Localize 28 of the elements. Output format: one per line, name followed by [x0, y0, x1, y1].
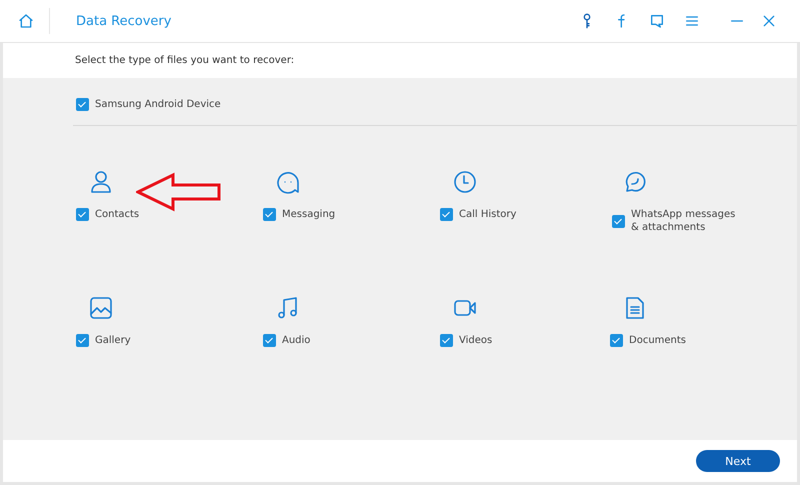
window-title: Data Recovery — [76, 14, 172, 28]
image-icon — [89, 296, 113, 320]
checkbox[interactable] — [76, 334, 89, 347]
document-icon — [623, 296, 647, 320]
checkbox[interactable] — [440, 334, 453, 347]
checkbox[interactable] — [76, 208, 89, 221]
file-type-label: Contacts — [95, 208, 140, 221]
checkbox[interactable] — [610, 334, 623, 347]
instruction-text: Select the type of files you want to recover: — [75, 55, 294, 66]
checkbox[interactable] — [263, 334, 276, 347]
checkbox[interactable] — [612, 214, 625, 228]
checkbox[interactable] — [76, 98, 89, 110]
checkbox[interactable] — [263, 208, 276, 221]
chat-bubble-icon — [276, 170, 300, 194]
file-type-label: Gallery — [95, 334, 131, 347]
file-type-label: Call History — [459, 208, 516, 221]
music-note-icon — [276, 296, 300, 320]
person-icon — [89, 170, 113, 194]
device-label: Samsung Android Device — [95, 98, 221, 110]
next-button[interactable]: Next — [696, 450, 780, 472]
phone-bubble-icon — [623, 170, 647, 194]
checkbox[interactable] — [440, 208, 453, 221]
file-type-label: WhatsApp messages & attachments — [631, 208, 736, 234]
file-type-label: Videos — [459, 334, 492, 347]
file-type-label: Audio — [282, 334, 310, 347]
file-type-label: Messaging — [282, 208, 336, 221]
clock-icon — [453, 170, 477, 194]
file-type-label: Documents — [629, 334, 686, 347]
